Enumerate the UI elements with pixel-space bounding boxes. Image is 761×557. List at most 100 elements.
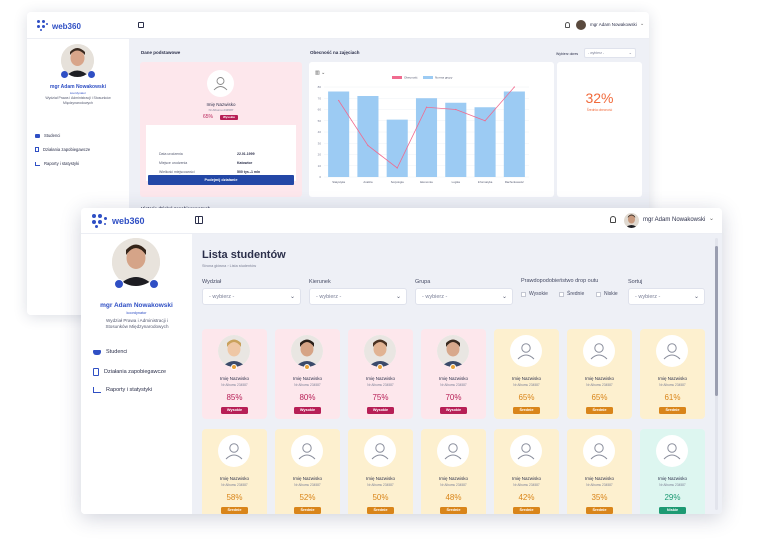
- chevron-down-icon[interactable]: ⌄: [640, 21, 644, 27]
- dropout-pct: 50%: [372, 493, 389, 502]
- sidebar-item-dzialania[interactable]: Działania zapobiegawcze: [35, 147, 90, 152]
- student-card[interactable]: Imię Nazwisko Nr Albumu 234587 61% Średnie: [640, 329, 705, 419]
- dropout-pct: 65%: [591, 393, 608, 402]
- student-card[interactable]: Imię Nazwisko Nr Albumu 234587 85% Wysokie: [202, 329, 267, 419]
- checkbox[interactable]: [521, 291, 526, 297]
- dropout-option-wysokie[interactable]: Wysokie: [521, 291, 548, 297]
- chart-icon: [35, 161, 40, 166]
- line-point: [425, 106, 428, 108]
- student-card[interactable]: Imię Nazwisko Nr Albumu 234587 42% Średnie: [494, 429, 559, 514]
- student-card[interactable]: Imię Nazwisko Nr Albumu 234587 80% Wysokie: [275, 329, 340, 419]
- status-dot-icon: [450, 364, 456, 370]
- avatar[interactable]: [624, 213, 639, 228]
- student-name: Imię Nazwisko: [219, 376, 249, 381]
- x-tick-label: Rachunkowość: [505, 180, 525, 184]
- student-name: Imię Nazwisko: [657, 376, 687, 381]
- student-card[interactable]: Imię Nazwisko Nr Albumu 234587 52% Średnie: [275, 429, 340, 514]
- student-avatar: [656, 435, 688, 467]
- dropout-option-niskie[interactable]: Niskie: [596, 291, 618, 297]
- breadcrumb-home[interactable]: Strona główna: [202, 264, 226, 268]
- dropout-pct: 35%: [591, 493, 608, 502]
- user-name[interactable]: mgr Adam Nowakowski: [643, 217, 705, 223]
- student-name: Imię Nazwisko: [292, 476, 322, 481]
- y-tick-label: 70: [318, 96, 322, 100]
- sidebar-toggle-icon[interactable]: [195, 216, 203, 224]
- student-name: Imię Nazwisko: [219, 476, 249, 481]
- logo[interactable]: web360: [92, 214, 145, 228]
- sidebar-toggle-icon[interactable]: [138, 22, 144, 28]
- scrollbar[interactable]: [715, 238, 718, 510]
- avatar[interactable]: [576, 20, 586, 30]
- logo-text: web360: [112, 216, 145, 226]
- logout-icon[interactable]: [149, 279, 159, 289]
- profile-name: mgr Adam Nowakowski: [50, 84, 106, 90]
- dropout-pct: 42%: [518, 493, 535, 502]
- risk-badge: Wysokie: [294, 407, 321, 414]
- student-card[interactable]: Imię Nazwisko Nr Albumu 234587 48% Średnie: [421, 429, 486, 514]
- y-tick-label: 50: [318, 119, 322, 123]
- chart-title: Obecność na zajęciach: [310, 50, 360, 55]
- dropout-pct: 61%: [664, 393, 681, 402]
- chevron-down-icon: ⌄: [628, 50, 632, 55]
- dropout-pct: 75%: [372, 393, 389, 402]
- sort-select[interactable]: - wybierz - ⌄: [628, 288, 705, 305]
- student-card[interactable]: Imię Nazwisko Nr Albumu 234587 29% Niskie: [640, 429, 705, 514]
- logo[interactable]: web360: [37, 20, 81, 32]
- filter-select-wydzial[interactable]: - wybierz - ⌄: [202, 288, 301, 305]
- sidebar-item-studenci[interactable]: Studenci: [93, 349, 127, 355]
- sidebar-item-raporty[interactable]: Raporty i statystyki: [35, 161, 79, 166]
- semester-select[interactable]: - wybierz - ⌄: [584, 48, 636, 58]
- checkbox[interactable]: [559, 291, 564, 297]
- semester-label: Wybierz okres: [556, 52, 579, 56]
- sidebar-item-dzialania[interactable]: Działania zapobiegawcze: [93, 368, 166, 376]
- student-card[interactable]: Imię Nazwisko Nr Albumu 234587 65% Średnie: [567, 329, 632, 419]
- student-name: Imię Nazwisko: [365, 476, 395, 481]
- average-attendance-pct: 32%: [585, 90, 614, 106]
- student-album: Nr Albumu 234587: [221, 383, 248, 387]
- dropout-option-srednie[interactable]: Średnie: [559, 291, 584, 297]
- student-album: Nr Albumu 234587: [586, 383, 613, 387]
- sidebar-item-raporty[interactable]: Raporty i statystyki: [93, 387, 152, 393]
- student-name: Imię Nazwisko: [206, 102, 236, 107]
- bell-icon[interactable]: [610, 216, 616, 223]
- student-card[interactable]: Imię Nazwisko Nr Albumu 234587 35% Średnie: [567, 429, 632, 514]
- bell-icon[interactable]: [565, 22, 570, 28]
- logout-icon[interactable]: [88, 71, 95, 78]
- dropout-pct: 70%: [445, 393, 462, 402]
- detail-label: Miejsce urodzenia: [159, 161, 188, 165]
- student-card[interactable]: Imię Nazwisko Nr Albumu 234587 58% Średnie: [202, 429, 267, 514]
- y-tick-label: 10: [318, 164, 322, 168]
- user-name[interactable]: mgr Adam Nowakowski: [590, 22, 637, 27]
- scrollbar-thumb[interactable]: [715, 246, 718, 396]
- logo-icon: [37, 20, 49, 32]
- student-name: Imię Nazwisko: [584, 376, 614, 381]
- student-album: Nr Albumu 234587: [659, 483, 686, 487]
- student-avatar: [510, 435, 542, 467]
- student-name: Imię Nazwisko: [584, 476, 614, 481]
- line-point: [396, 167, 398, 169]
- filter-select-kierunek[interactable]: - wybierz - ⌄: [309, 288, 407, 305]
- chevron-down-icon[interactable]: ⌄: [709, 215, 714, 222]
- filter-label-kierunek: Kierunek: [309, 279, 331, 285]
- action-button[interactable]: Podejmij działanie: [148, 175, 294, 185]
- top-bar: web360 mgr Adam Nowakowski ⌄: [81, 208, 722, 234]
- student-avatar: [291, 435, 323, 467]
- student-album: Nr Albumu 234587: [513, 383, 540, 387]
- dropout-pct: 85%: [226, 393, 243, 402]
- student-card[interactable]: Imię Nazwisko Nr Albumu 234587 50% Średnie: [348, 429, 413, 514]
- y-tick-label: 80: [318, 85, 322, 89]
- profile-department: Wydział Prawa i Administracji i Stosunkó…: [105, 318, 169, 329]
- detail-label: Data urodzenia: [159, 152, 183, 156]
- student-avatar: [583, 335, 615, 367]
- legend-label: Obecność: [404, 76, 418, 80]
- line-point: [484, 120, 486, 122]
- sidebar-item-studenci[interactable]: Studenci: [35, 133, 60, 138]
- student-name: Imię Nazwisko: [511, 476, 541, 481]
- student-card[interactable]: Imię Nazwisko Nr Albumu 234587 65% Średnie: [494, 329, 559, 419]
- student-card[interactable]: Imię Nazwisko Nr Albumu 234587 75% Wysokie: [348, 329, 413, 419]
- filter-select-grupa[interactable]: - wybierz - ⌄: [415, 288, 513, 305]
- student-card[interactable]: Imię Nazwisko Nr Albumu 234587 70% Wysokie: [421, 329, 486, 419]
- section-title: Dane podstawowe: [141, 50, 181, 55]
- checkbox[interactable]: [596, 291, 601, 297]
- graduation-cap-icon: [35, 133, 40, 138]
